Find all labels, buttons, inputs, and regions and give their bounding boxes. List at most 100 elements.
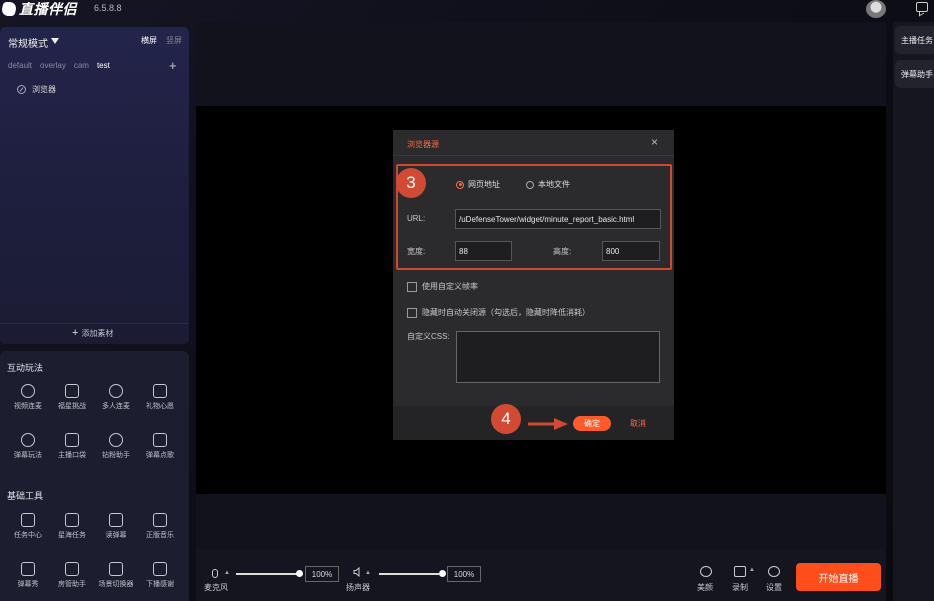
- tab-cam[interactable]: cam: [74, 61, 89, 70]
- scene-panel: [0, 27, 189, 344]
- tool-multi-link[interactable]: 多人连麦: [94, 384, 138, 411]
- basic-tools-title: 基础工具: [7, 491, 44, 501]
- add-material-label: 添加素材: [81, 328, 114, 338]
- interactive-title: 互动玩法: [7, 363, 44, 373]
- tool-danmaku-play[interactable]: 弹幕玩法: [6, 433, 50, 460]
- right-sidebar: [893, 22, 934, 601]
- tool-room-manager[interactable]: 房管助手: [50, 562, 94, 589]
- danmaku-show-icon: [21, 562, 35, 576]
- beauty-icon[interactable]: [700, 566, 712, 577]
- tool-video-link[interactable]: 视频连麦: [6, 384, 50, 411]
- radio-unchecked-icon: [526, 180, 534, 189]
- add-material-button[interactable]: + 添加素材: [72, 327, 113, 339]
- radio-label: 本地文件: [538, 180, 570, 189]
- checkbox-icon: [407, 307, 417, 318]
- width-input[interactable]: 88: [455, 241, 512, 261]
- speaker-volume-handle[interactable]: [439, 570, 446, 577]
- mic-volume-slider[interactable]: [236, 573, 300, 575]
- speaker-volume-value[interactable]: 100%: [447, 566, 481, 582]
- host-tasks-button[interactable]: 主播任务: [895, 26, 934, 54]
- compass-icon: [17, 85, 26, 94]
- message-icon[interactable]: [916, 2, 928, 12]
- height-input[interactable]: 800: [602, 241, 660, 261]
- browser-source-dialog: 浏览器源 × 3 网页地址 本地文件 URL: /uDefenseTower/w…: [393, 130, 674, 440]
- avatar[interactable]: [866, 0, 886, 18]
- custom-fps-checkbox[interactable]: 使用自定义帧率: [407, 281, 478, 292]
- tool-label: 礼物心愿: [146, 403, 174, 410]
- tab-test[interactable]: test: [97, 61, 110, 70]
- checkbox-icon: [407, 281, 417, 292]
- plus-icon: +: [72, 327, 79, 339]
- settings-icon[interactable]: [768, 566, 780, 577]
- divider: [0, 323, 189, 324]
- record-label: 录制: [732, 583, 748, 592]
- css-label: 自定义CSS:: [407, 332, 450, 341]
- tool-music[interactable]: 正版音乐: [138, 513, 182, 540]
- caret-up-icon[interactable]: ▲: [749, 567, 755, 573]
- tool-label: 主播口袋: [58, 452, 86, 459]
- auto-close-checkbox[interactable]: 隐藏时自动关闭源（勾选后，隐藏时降低消耗）: [407, 307, 590, 318]
- arrow-right-icon: [528, 418, 568, 430]
- tool-danmaku-show[interactable]: 弹幕秀: [6, 562, 50, 589]
- radio-web-url[interactable]: 网页地址: [456, 179, 500, 190]
- tool-label: 钻粉助手: [102, 452, 130, 459]
- switch-icon: [109, 562, 123, 576]
- tool-lucky-star[interactable]: 福星挑战: [50, 384, 94, 411]
- tool-scene-switcher[interactable]: 场景切换器: [94, 562, 138, 589]
- record-icon[interactable]: [734, 566, 746, 577]
- orientation-vertical-button[interactable]: 竖屏: [166, 35, 182, 46]
- step-badge-3: 3: [396, 168, 426, 198]
- read-danmaku-icon: [109, 513, 123, 527]
- add-scene-icon[interactable]: +: [169, 58, 177, 73]
- tab-default[interactable]: default: [8, 61, 32, 70]
- custom-css-textarea[interactable]: [456, 331, 660, 383]
- gift-icon: [153, 384, 167, 398]
- tool-gift-wish[interactable]: 礼物心愿: [138, 384, 182, 411]
- caret-up-icon[interactable]: ▲: [365, 570, 371, 576]
- tool-host-pocket[interactable]: 主播口袋: [50, 433, 94, 460]
- tool-task-center[interactable]: 任务中心: [6, 513, 50, 540]
- tool-end-thanks[interactable]: 下播感谢: [138, 562, 182, 589]
- tool-label: 弹幕秀: [17, 581, 39, 588]
- source-item-browser[interactable]: 浏览器: [17, 84, 56, 95]
- beauty-label: 美颜: [697, 583, 713, 592]
- caret-up-icon[interactable]: ▲: [224, 570, 230, 576]
- tool-star-sea[interactable]: 星海任务: [50, 513, 94, 540]
- thanks-icon: [153, 562, 167, 576]
- shield-icon: [65, 562, 79, 576]
- tool-label: 正版音乐: [146, 532, 174, 539]
- width-label: 宽度:: [407, 247, 426, 256]
- orientation-horizontal-button[interactable]: 横屏: [141, 35, 157, 46]
- source-label: 浏览器: [32, 85, 56, 94]
- clipboard-icon: [21, 513, 35, 527]
- speaker-volume-slider[interactable]: [379, 573, 443, 575]
- settings-label: 设置: [766, 583, 782, 592]
- mic-icon: [21, 384, 35, 398]
- confirm-button[interactable]: 确定: [573, 416, 611, 431]
- tool-label: 下播感谢: [146, 581, 174, 588]
- mic-volume-handle[interactable]: [296, 570, 303, 577]
- eyes-icon: [21, 433, 35, 447]
- tool-diamond-fan[interactable]: 钻粉助手: [94, 433, 138, 460]
- mic-volume-value[interactable]: 100%: [305, 566, 339, 582]
- start-live-button[interactable]: 开始直播: [796, 563, 881, 591]
- tool-danmaku-song[interactable]: 弹幕点歌: [138, 433, 182, 460]
- close-icon[interactable]: ×: [651, 135, 658, 149]
- radio-checked-icon: [456, 180, 464, 189]
- tool-label: 星海任务: [58, 532, 86, 539]
- danmaku-helper-button[interactable]: 弹幕助手: [895, 60, 934, 88]
- tool-label: 场景切换器: [98, 581, 134, 588]
- music-icon: [153, 513, 167, 527]
- speaker-icon[interactable]: [353, 567, 363, 577]
- radio-local-file[interactable]: 本地文件: [526, 179, 570, 190]
- tool-read-danmaku[interactable]: 读弹幕: [94, 513, 138, 540]
- shield-star-icon: [65, 384, 79, 398]
- tab-overlay[interactable]: overlay: [40, 61, 66, 70]
- mode-dropdown[interactable]: 常规模式: [8, 35, 59, 50]
- url-input[interactable]: /uDefenseTower/widget/minute_report_basi…: [455, 209, 661, 229]
- microphone-icon[interactable]: [212, 569, 218, 578]
- cancel-button[interactable]: 取消: [630, 418, 646, 429]
- title-bar: [0, 0, 934, 22]
- logo-icon: [0, 2, 18, 16]
- tool-label: 读弹幕: [105, 532, 127, 539]
